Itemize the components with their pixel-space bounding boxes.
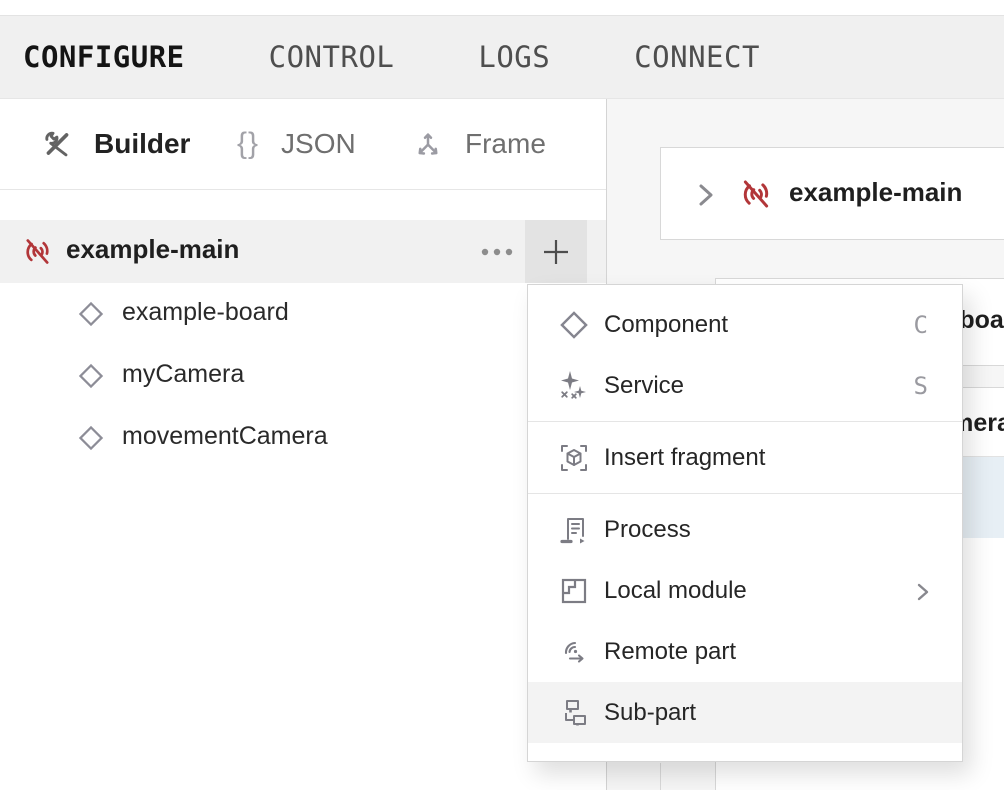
- window-top-strip: [0, 0, 1004, 15]
- braces-icon: {}: [237, 127, 259, 161]
- menu-item-label: Insert fragment: [604, 444, 765, 472]
- viam-configure-page: CONFIGURE CONTROL LOGS CONNECT example-m…: [0, 0, 1004, 790]
- mode-label: JSON: [281, 128, 356, 160]
- offline-status-icon: [739, 177, 773, 211]
- insert-fragment-icon: [558, 442, 590, 474]
- component-diamond-icon: [77, 424, 105, 452]
- tree-row-movementCamera[interactable]: movementCamera: [0, 407, 606, 469]
- mode-label: Builder: [94, 128, 190, 160]
- menu-item-local-module[interactable]: Local module: [528, 560, 962, 621]
- menu-item-sub-part[interactable]: Sub-part: [528, 682, 962, 743]
- menu-item-insert-fragment[interactable]: Insert fragment: [528, 427, 962, 488]
- menu-item-label: Local module: [604, 577, 747, 605]
- menu-item-label: Remote part: [604, 638, 736, 666]
- component-diamond-icon: [77, 362, 105, 390]
- menu-item-component[interactable]: Component C: [528, 294, 962, 355]
- tree-item-label: movementCamera: [122, 422, 328, 451]
- mode-builder[interactable]: Builder: [43, 99, 190, 189]
- tree-item-label: myCamera: [122, 360, 244, 389]
- chevron-right-icon[interactable]: [697, 182, 715, 208]
- main-nav: CONFIGURE CONTROL LOGS CONNECT: [0, 15, 1004, 99]
- more-options-button[interactable]: [472, 220, 522, 283]
- builder-sidebar: Builder {} JSON Frame: [0, 99, 607, 790]
- tools-icon: [43, 129, 72, 159]
- frame-axes-icon: [413, 129, 443, 159]
- add-resource-button[interactable]: [525, 220, 587, 283]
- submenu-chevron-icon: [916, 582, 930, 602]
- menu-divider: [528, 493, 962, 494]
- mode-label: Frame: [465, 128, 546, 160]
- mode-json[interactable]: {} JSON: [237, 99, 356, 189]
- tab-logs[interactable]: LOGS: [478, 40, 550, 74]
- menu-divider: [528, 421, 962, 422]
- menu-item-service[interactable]: Service S: [528, 355, 962, 416]
- shortcut-key: C: [914, 311, 928, 339]
- tree-row-example-board[interactable]: example-board: [0, 283, 606, 345]
- component-diamond-icon: [77, 300, 105, 328]
- offline-status-icon: [22, 236, 53, 267]
- menu-item-remote-part[interactable]: Remote part: [528, 621, 962, 682]
- tree-row-myCamera[interactable]: myCamera: [0, 345, 606, 407]
- local-module-icon: [558, 575, 590, 607]
- remote-part-icon: [558, 636, 590, 668]
- menu-item-label: Sub-part: [604, 699, 696, 727]
- mode-frame[interactable]: Frame: [413, 99, 546, 189]
- card-edge-line: [660, 763, 661, 790]
- machine-name: example-main: [789, 177, 962, 208]
- tab-control[interactable]: CONTROL: [269, 40, 395, 74]
- tree-root-name: example-main: [66, 234, 239, 265]
- add-resource-menu: Component C Service S: [527, 284, 963, 762]
- process-icon: [558, 514, 590, 546]
- menu-item-label: Component: [604, 311, 728, 339]
- component-diamond-icon: [558, 309, 590, 341]
- tab-configure[interactable]: CONFIGURE: [23, 40, 185, 74]
- menu-item-process[interactable]: Process: [528, 499, 962, 560]
- menu-item-label: Process: [604, 516, 691, 544]
- tree-row-example-main[interactable]: example-main: [0, 220, 606, 283]
- menu-item-label: Service: [604, 372, 684, 400]
- tab-connect[interactable]: CONNECT: [634, 40, 760, 74]
- machine-card-header[interactable]: example-main: [660, 147, 1004, 240]
- view-mode-toolbar: Builder {} JSON Frame: [0, 99, 606, 190]
- service-sparkles-icon: [558, 370, 590, 402]
- tree-item-label: example-board: [122, 298, 289, 327]
- shortcut-key: S: [914, 372, 928, 400]
- sub-part-icon: [558, 697, 590, 729]
